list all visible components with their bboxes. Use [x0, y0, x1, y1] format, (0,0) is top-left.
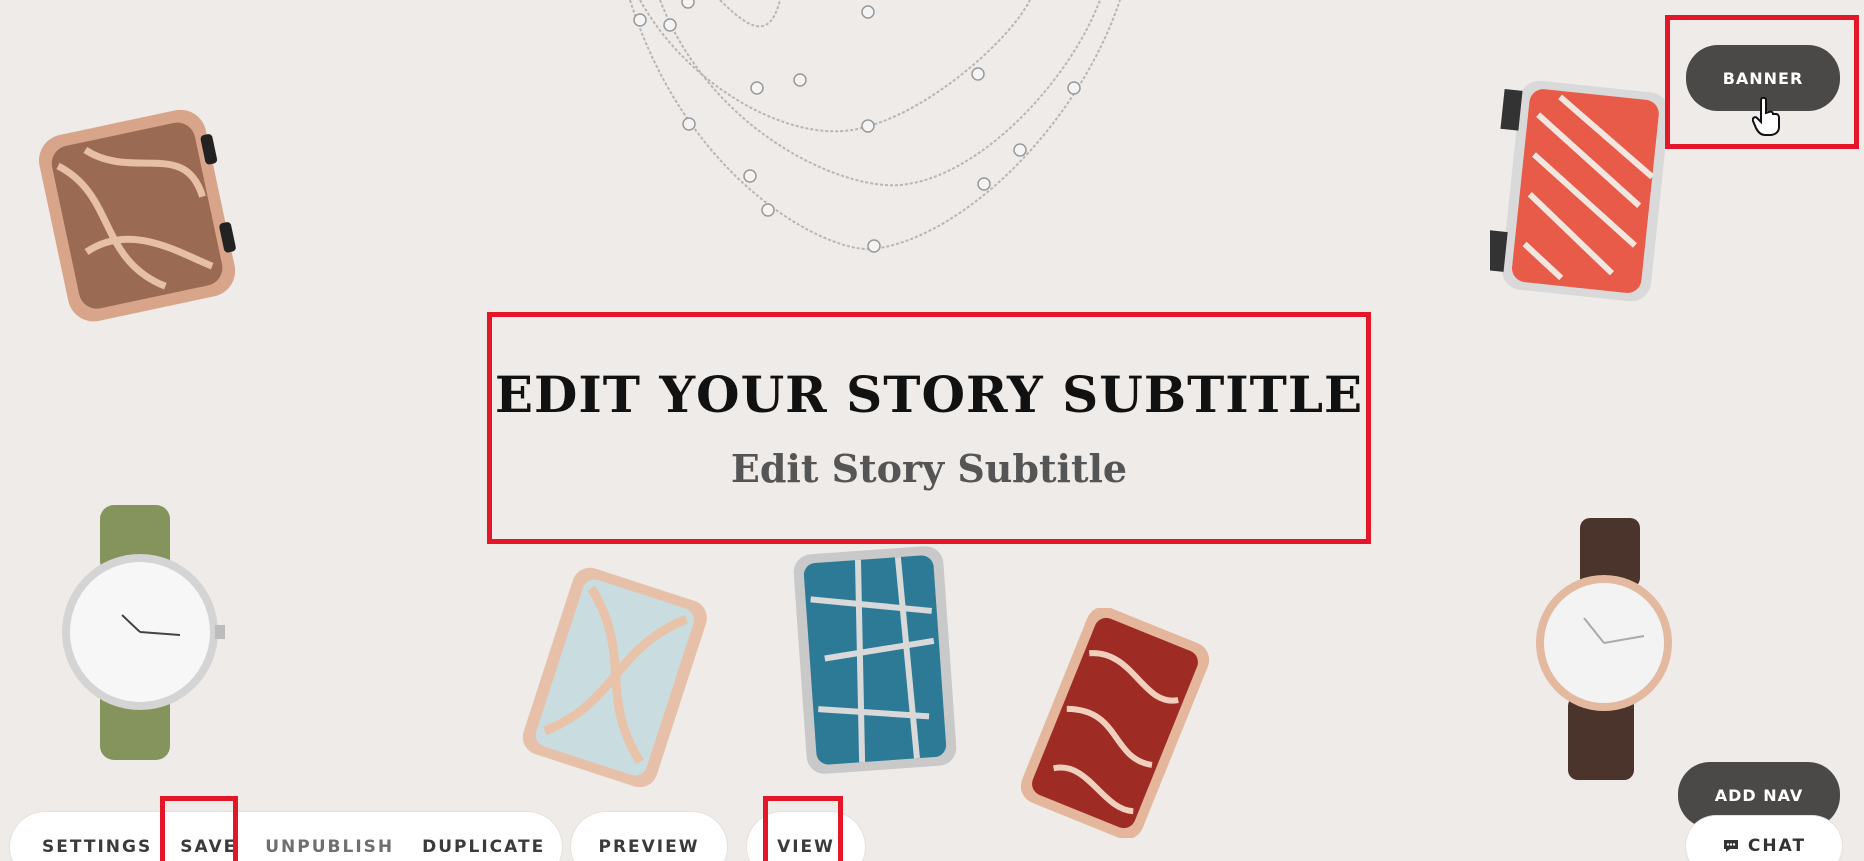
preview-toolbar: PREVIEW — [571, 812, 727, 861]
chat-bubble-icon — [1723, 840, 1738, 852]
banner-button-label: BANNER — [1722, 68, 1804, 88]
light-blue-cuff-image — [522, 567, 707, 788]
green-watch-image — [62, 505, 225, 760]
add-nav-button-label: ADD NAV — [1714, 785, 1804, 805]
story-banner-canvas[interactable]: EDIT YOUR STORY SUBTITLE Edit Story Subt… — [0, 0, 1864, 861]
necklace-image — [629, 0, 1121, 253]
red-cuff-image — [1490, 80, 1670, 302]
story-title[interactable]: EDIT YOUR STORY SUBTITLE — [495, 365, 1363, 424]
hand-cursor-icon — [1752, 97, 1780, 136]
preview-button[interactable]: PREVIEW — [584, 837, 713, 857]
story-title-block[interactable]: EDIT YOUR STORY SUBTITLE Edit Story Subt… — [487, 312, 1371, 544]
chat-button-label: CHAT — [1747, 836, 1807, 856]
settings-button[interactable]: SETTINGS — [28, 837, 166, 857]
teal-cuff-image — [793, 546, 957, 774]
save-button[interactable]: SAVE — [166, 837, 251, 857]
dark-red-cuff-image — [1020, 608, 1210, 838]
unpublish-button[interactable]: UNPUBLISH — [251, 837, 408, 857]
view-button[interactable]: VIEW — [763, 837, 849, 857]
chat-button[interactable]: CHAT — [1686, 816, 1842, 861]
story-subtitle[interactable]: Edit Story Subtitle — [731, 446, 1127, 491]
edit-toolbar: SETTINGS SAVE UNPUBLISH DUPLICATE — [10, 812, 562, 861]
view-toolbar: VIEW — [747, 812, 865, 861]
brown-watch-image — [1536, 518, 1672, 780]
duplicate-button[interactable]: DUPLICATE — [408, 837, 559, 857]
copper-cuff-image — [39, 109, 236, 322]
